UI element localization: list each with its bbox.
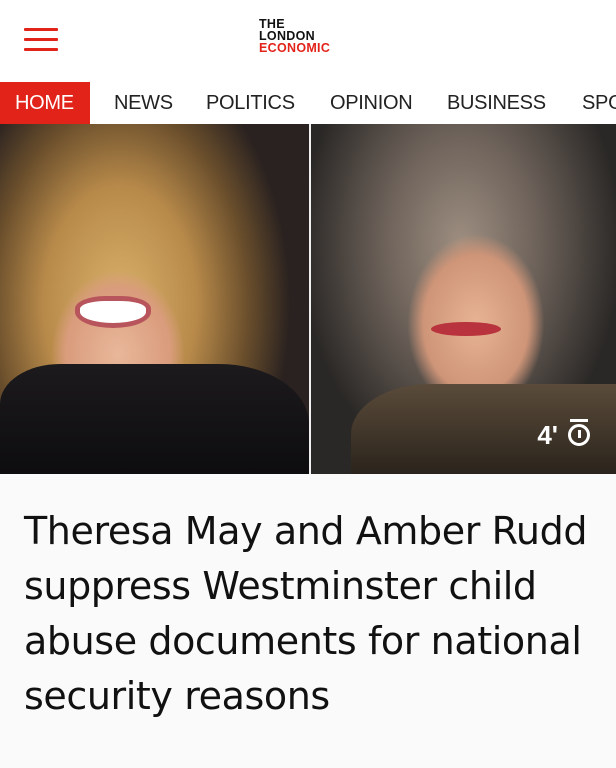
reading-time-text: 4' <box>537 419 558 450</box>
section-nav: HOME NEWS POLITICS OPINION BUSINESS SPO <box>0 82 616 124</box>
nav-item-home[interactable]: HOME <box>0 82 90 124</box>
stopwatch-icon <box>568 419 590 446</box>
hamburger-menu-icon[interactable] <box>24 26 58 54</box>
article-hero-image[interactable]: 4' <box>0 124 616 474</box>
logo-line-3: ECONOMIC <box>259 41 331 55</box>
menu-bar <box>24 48 58 51</box>
reading-time-badge: 4' <box>537 419 590 450</box>
photo-amber-rudd <box>0 124 309 474</box>
article-headline[interactable]: Theresa May and Amber Rudd suppress West… <box>24 504 594 724</box>
nav-item-news[interactable]: NEWS <box>114 82 173 124</box>
nav-item-sport[interactable]: SPO <box>582 82 616 124</box>
article-card[interactable]: Theresa May and Amber Rudd suppress West… <box>0 474 616 768</box>
menu-bar <box>24 28 58 31</box>
nav-item-business[interactable]: BUSINESS <box>447 82 546 124</box>
photo-detail <box>75 296 151 328</box>
photo-detail <box>431 322 501 336</box>
nav-item-politics[interactable]: POLITICS <box>206 82 295 124</box>
site-header: THE LONDON ECONOMIC <box>0 0 616 82</box>
photo-detail <box>0 364 309 474</box>
site-logo[interactable]: THE LONDON ECONOMIC <box>259 18 331 55</box>
nav-item-opinion[interactable]: OPINION <box>330 82 413 124</box>
menu-bar <box>24 38 58 41</box>
